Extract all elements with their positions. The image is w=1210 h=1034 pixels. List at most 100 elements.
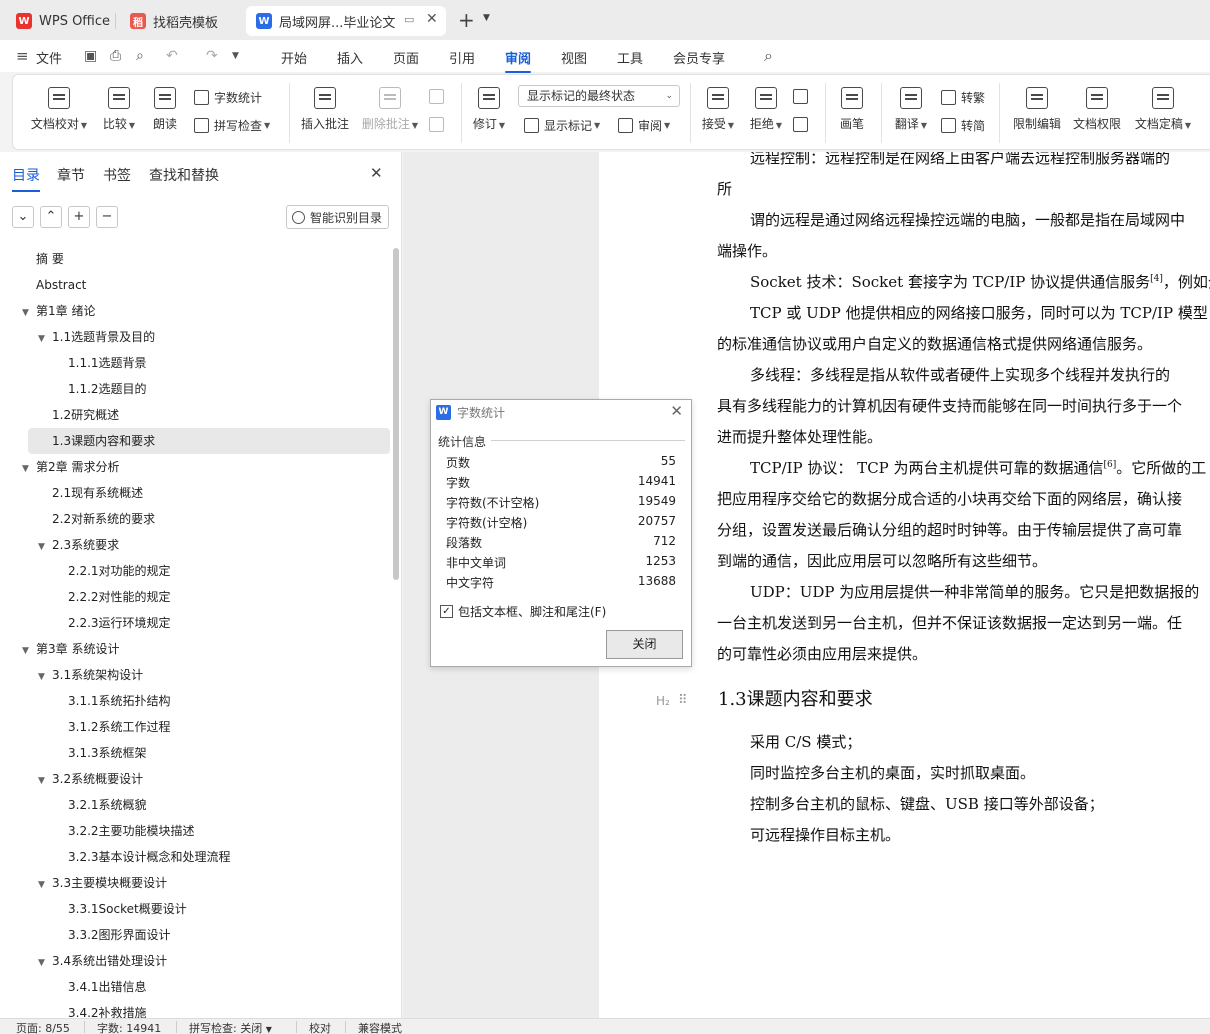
toc-item[interactable]: 3.2.3基本设计概念和处理流程	[54, 844, 231, 870]
expand-arrow-icon[interactable]: ▼	[22, 456, 36, 482]
toc-item[interactable]: 1.1.1选题背景	[54, 350, 147, 376]
collapse-icon[interactable]: ⌃	[40, 206, 62, 228]
menu-start[interactable]: 开始	[281, 48, 307, 67]
tab-toc[interactable]: 目录	[12, 165, 40, 192]
print-icon[interactable]: ⎙	[110, 48, 121, 64]
accept-button[interactable]: 接受 ▼	[698, 87, 738, 132]
tab-wps-office[interactable]: W WPS Office	[6, 6, 116, 36]
expand-arrow-icon[interactable]: ▼	[22, 638, 36, 664]
proof-status[interactable]: 校对	[309, 1020, 331, 1034]
expand-arrow-icon[interactable]: ▼	[38, 768, 52, 794]
to-traditional-button[interactable]: 转繁	[941, 89, 985, 106]
new-tab-button[interactable]: +	[458, 8, 475, 32]
dialog-titlebar[interactable]: W 字数统计	[431, 400, 691, 424]
redo-icon[interactable]: ↷	[206, 48, 218, 64]
display-mode-select[interactable]: 显示标记的最终状态 ⌄	[518, 85, 680, 107]
tab-chapters[interactable]: 章节	[57, 165, 85, 185]
toc-item[interactable]: 3.2.2主要功能模块描述	[54, 818, 195, 844]
toc-item[interactable]: 1.3课题内容和要求	[28, 428, 390, 454]
menu-view[interactable]: 视图	[561, 48, 587, 67]
next-comment-button[interactable]	[429, 117, 449, 132]
tab-find-replace[interactable]: 查找和替换	[149, 165, 219, 185]
toc-item[interactable]: ▼ 第1章 绪论	[22, 298, 95, 324]
restrict-edit-button[interactable]: 限制编辑	[1011, 87, 1063, 132]
toc-item[interactable]: 3.3.2图形界面设计	[54, 922, 171, 948]
spell-check-status[interactable]: 拼写检查: 关闭 ▼	[189, 1020, 272, 1034]
toc-item[interactable]: ▼ 2.3系统要求	[38, 532, 119, 558]
smart-toc-button[interactable]: 智能识别目录	[286, 205, 389, 229]
expand-arrow-icon[interactable]: ▼	[38, 664, 52, 690]
expand-arrow-icon[interactable]: ▼	[38, 534, 52, 560]
toc-item[interactable]: 3.2.1系统概貌	[54, 792, 147, 818]
save-icon[interactable]: ▣	[84, 48, 97, 64]
close-button[interactable]: 关闭	[606, 630, 683, 659]
menu-page[interactable]: 页面	[393, 48, 419, 67]
prev-change-button[interactable]	[793, 89, 813, 104]
search-icon[interactable]: ⌕	[764, 46, 773, 66]
next-change-button[interactable]	[793, 117, 813, 132]
show-marks-button[interactable]: 显示标记 ▼	[524, 117, 600, 134]
word-count-button[interactable]: 字数统计	[194, 89, 262, 106]
toc-item[interactable]: ▼ 第2章 需求分析	[22, 454, 119, 480]
toc-item[interactable]: ▼ 1.1选题背景及目的	[38, 324, 155, 350]
toc-item[interactable]: 2.1现有系统概述	[38, 480, 143, 506]
toc-item[interactable]: 2.2.3运行环境规定	[54, 610, 171, 636]
expand-arrow-icon[interactable]: ▼	[38, 326, 52, 352]
toc-item[interactable]: ▼ 3.3主要模块概要设计	[38, 870, 167, 896]
toc-item[interactable]: ▼ 3.2系统概要设计	[38, 766, 143, 792]
popout-icon[interactable]: ▭	[404, 13, 414, 26]
close-tab-icon[interactable]: ✕	[426, 11, 438, 27]
tab-bookmarks[interactable]: 书签	[103, 165, 131, 185]
hamburger-menu-icon[interactable]: ≡	[16, 47, 29, 65]
word-count-status[interactable]: 字数: 14941	[97, 1020, 161, 1034]
menu-member[interactable]: 会员专享	[673, 48, 725, 67]
delete-comment-button[interactable]: 删除批注 ▼	[361, 87, 419, 132]
toc-item[interactable]: ▼ 3.4系统出错处理设计	[38, 948, 167, 974]
compare-button[interactable]: 比较 ▼	[97, 87, 141, 132]
toc-item[interactable]: 1.2研究概述	[38, 402, 119, 428]
review-pane-button[interactable]: 审阅 ▼	[618, 117, 670, 134]
remove-heading-icon[interactable]: −	[96, 206, 118, 228]
reject-button[interactable]: 拒绝 ▼	[746, 87, 786, 132]
doc-finalize-button[interactable]: 文档定稿 ▼	[1131, 87, 1195, 132]
insert-comment-button[interactable]: 插入批注	[299, 87, 351, 132]
quick-access-chevron-icon[interactable]: ▼	[232, 51, 239, 61]
toc-scrollbar[interactable]	[393, 248, 399, 580]
spell-check-button[interactable]: 拼写检查 ▼	[194, 117, 270, 134]
tab-list-chevron-icon[interactable]: ▼	[483, 13, 490, 23]
menu-insert[interactable]: 插入	[337, 48, 363, 67]
toc-item[interactable]: 2.2.2对性能的规定	[54, 584, 171, 610]
toc-item[interactable]: 3.4.1出错信息	[54, 974, 147, 1000]
include-textbox-checkbox[interactable]: ✓ 包括文本框、脚注和尾注(F)	[440, 603, 606, 620]
toc-item[interactable]: 摘 要	[22, 246, 64, 272]
tab-template[interactable]: 稻 找稻壳模板	[120, 6, 244, 36]
toc-item[interactable]: ▼ 第3章 系统设计	[22, 636, 119, 662]
menu-tools[interactable]: 工具	[617, 48, 643, 67]
revise-button[interactable]: 修订 ▼	[469, 87, 509, 132]
to-simplified-button[interactable]: 转简	[941, 117, 985, 134]
undo-icon[interactable]: ↶	[166, 48, 178, 64]
add-heading-icon[interactable]: +	[68, 206, 90, 228]
pen-button[interactable]: 画笔	[835, 87, 869, 132]
menu-review[interactable]: 审阅	[505, 48, 532, 73]
dialog-close-icon[interactable]: ✕	[670, 402, 683, 420]
expand-arrow-icon[interactable]: ▼	[38, 872, 52, 898]
tab-document[interactable]: W 局域网屏...毕业论文 ▭ ✕	[246, 6, 446, 36]
file-menu[interactable]: 文件	[36, 48, 62, 67]
menu-reference[interactable]: 引用	[449, 48, 475, 67]
read-aloud-button[interactable]: 朗读	[147, 87, 183, 132]
toc-item[interactable]: ▼ 3.1系统架构设计	[38, 662, 143, 688]
expand-icon[interactable]: ⌄	[12, 206, 34, 228]
expand-arrow-icon[interactable]: ▼	[38, 950, 52, 976]
toc-item[interactable]: 3.3.1Socket概要设计	[54, 896, 187, 922]
toc-item[interactable]: 3.1.1系统拓扑结构	[54, 688, 171, 714]
close-panel-icon[interactable]: ✕	[370, 164, 383, 182]
prev-comment-button[interactable]	[429, 89, 449, 104]
drag-handle-icon[interactable]: ⠿	[678, 693, 687, 708]
translate-button[interactable]: 翻译 ▼	[891, 87, 931, 132]
expand-arrow-icon[interactable]: ▼	[22, 300, 36, 326]
page-indicator[interactable]: 页面: 8/55	[16, 1020, 70, 1034]
toc-item[interactable]: 1.1.2选题目的	[54, 376, 147, 402]
toc-item[interactable]: 2.2.1对功能的规定	[54, 558, 171, 584]
doc-proof-button[interactable]: 文档校对 ▼	[29, 87, 89, 132]
